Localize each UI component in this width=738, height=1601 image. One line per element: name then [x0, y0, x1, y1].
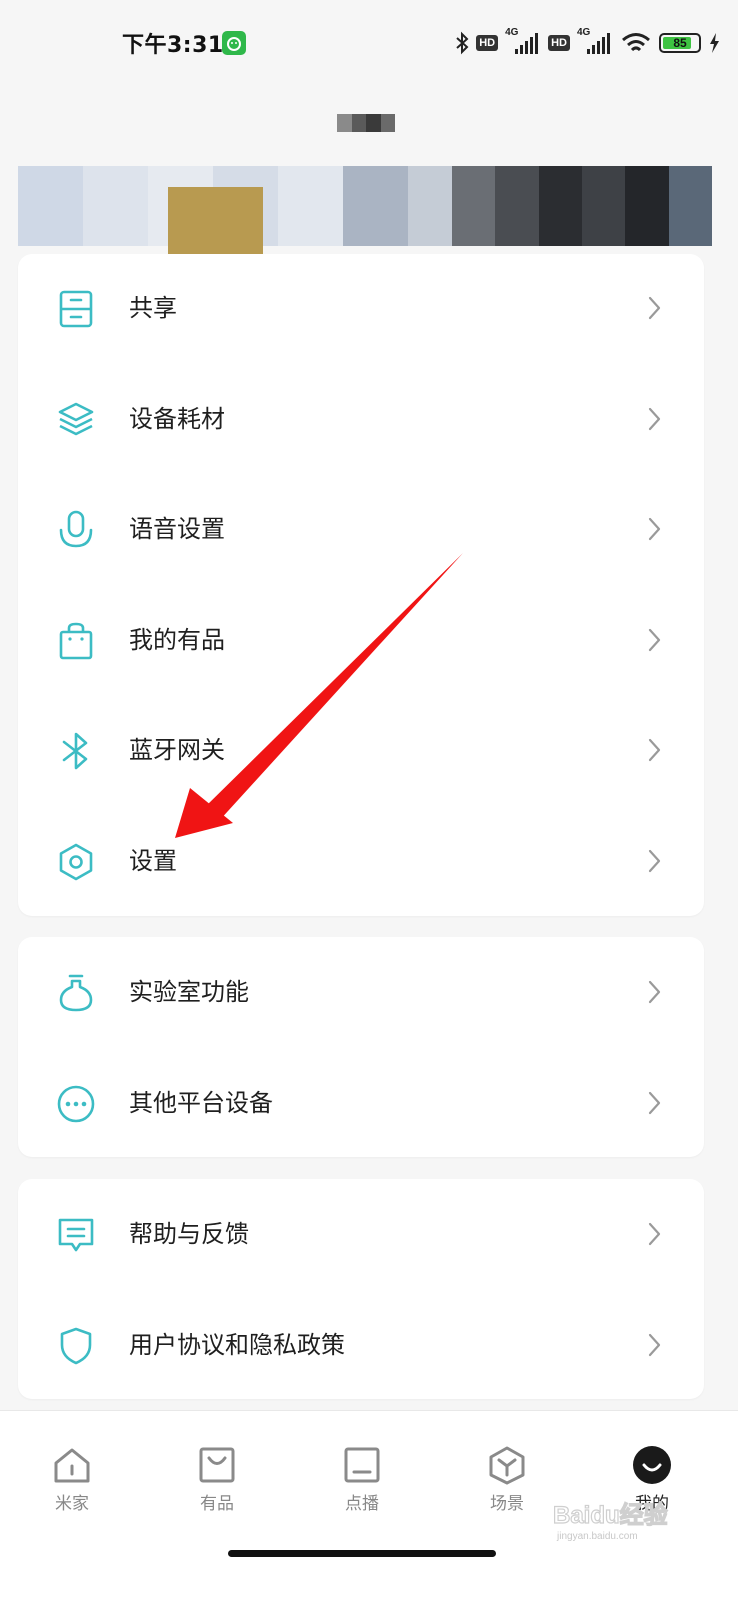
hd-badge-2: HD — [548, 35, 570, 51]
menu-item-shared-drawer[interactable]: 共享 — [18, 253, 704, 363]
hd-badge: HD — [476, 35, 499, 51]
shopping-bag-icon — [59, 622, 93, 659]
status-bar: 下午3:31 HD 4G HD 4G 85 — [0, 0, 738, 86]
more-dots-icon — [57, 1085, 95, 1122]
home-icon — [54, 1448, 90, 1483]
profile-avatar-icon — [633, 1446, 671, 1484]
nav-label-youpin: 有品 — [200, 1494, 234, 1514]
watermark-url: jingyan.baidu.com — [556, 1531, 638, 1542]
menu-item-layers[interactable]: 设备耗材 — [18, 364, 704, 474]
menu-item-more-dots[interactable]: 其他平台设备 — [18, 1048, 704, 1158]
menu-item-label: 用户协议和隐私政策 — [129, 1330, 345, 1359]
home-indicator[interactable] — [228, 1550, 496, 1557]
menu-item-shield[interactable]: 用户协议和隐私政策 — [18, 1290, 704, 1400]
chevron-right-icon — [648, 1091, 661, 1114]
notification-app-icon — [222, 31, 246, 55]
layers-icon — [58, 402, 94, 435]
settings-hexagon-icon — [59, 843, 93, 880]
menu-item-label: 我的有品 — [129, 625, 225, 654]
chevron-right-icon — [648, 980, 661, 1004]
signal-group-1: 4G — [505, 27, 541, 56]
profile-banner-obscured[interactable] — [18, 166, 712, 267]
menu-item-feedback[interactable]: 帮助与反馈 — [18, 1179, 704, 1289]
chevron-right-icon — [648, 296, 661, 320]
wifi-icon — [622, 33, 650, 52]
nav-tab-home[interactable]: 米家 — [22, 1431, 122, 1514]
menu-item-label: 共享 — [129, 294, 177, 322]
chevron-right-icon — [648, 407, 661, 430]
nav-label-home: 米家 — [55, 1494, 89, 1514]
menu-item-shopping-bag[interactable]: 我的有品 — [18, 585, 704, 695]
feedback-icon — [58, 1218, 94, 1252]
signal-bars-icon-2 — [587, 33, 610, 54]
bluetooth-status-icon — [456, 31, 469, 55]
menu-item-bluetooth[interactable]: 蓝牙网关 — [18, 695, 704, 805]
menu-item-label: 设置 — [129, 846, 177, 875]
menu-item-label: 其他平台设备 — [129, 1088, 273, 1117]
flask-icon — [59, 974, 93, 1012]
menu-card-lab: 实验室功能其他平台设备 — [18, 937, 704, 1157]
menu-card-main: 共享设备耗材语音设置我的有品蓝牙网关设置 — [18, 254, 704, 916]
chevron-right-icon — [648, 1222, 661, 1246]
menu-item-label: 语音设置 — [129, 515, 225, 543]
tv-icon — [344, 1447, 380, 1483]
battery-icon: 85 — [659, 33, 701, 53]
chevron-right-icon — [648, 849, 661, 872]
scene-cube-icon — [489, 1446, 525, 1485]
watermark-brand: Baidu经验 — [553, 1501, 668, 1529]
menu-item-label: 设备耗材 — [129, 404, 225, 433]
status-time: 下午3:31 — [122, 33, 224, 58]
nav-tab-youpin[interactable]: 有品 — [167, 1431, 267, 1514]
menu-item-settings-hexagon[interactable]: 设置 — [18, 806, 704, 916]
baidu-jingyan-watermark: Baidu经验 jingyan.baidu.com — [553, 1500, 668, 1542]
shared-drawer-icon — [59, 290, 93, 328]
charging-icon — [710, 33, 719, 53]
shield-icon — [60, 1327, 92, 1364]
profile-name-obscured[interactable] — [337, 114, 395, 132]
battery-level: 85 — [673, 36, 687, 50]
status-indicators: HD 4G HD 4G 85 — [455, 27, 720, 58]
chevron-right-icon — [648, 517, 661, 541]
signal-bars-icon — [515, 33, 539, 54]
signal-group-2: 4G — [577, 27, 613, 56]
menu-card-help: 帮助与反馈用户协议和隐私政策 — [18, 1179, 704, 1399]
chevron-right-icon — [648, 1333, 661, 1356]
nav-tab-scene[interactable]: 场景 — [457, 1431, 557, 1514]
menu-item-microphone[interactable]: 语音设置 — [18, 474, 704, 584]
nav-label-dianbo: 点播 — [345, 1494, 379, 1514]
nav-tab-dianbo[interactable]: 点播 — [312, 1431, 412, 1514]
menu-item-label: 蓝牙网关 — [129, 736, 225, 764]
menu-item-flask[interactable]: 实验室功能 — [18, 937, 704, 1047]
chevron-right-icon — [648, 738, 661, 762]
microphone-icon — [59, 510, 93, 548]
menu-item-label: 实验室功能 — [129, 978, 249, 1006]
bluetooth-icon — [62, 732, 88, 770]
nav-label-scene: 场景 — [490, 1494, 524, 1514]
shop-bag-icon — [199, 1447, 235, 1483]
chevron-right-icon — [648, 628, 661, 651]
menu-item-label: 帮助与反馈 — [129, 1220, 249, 1248]
